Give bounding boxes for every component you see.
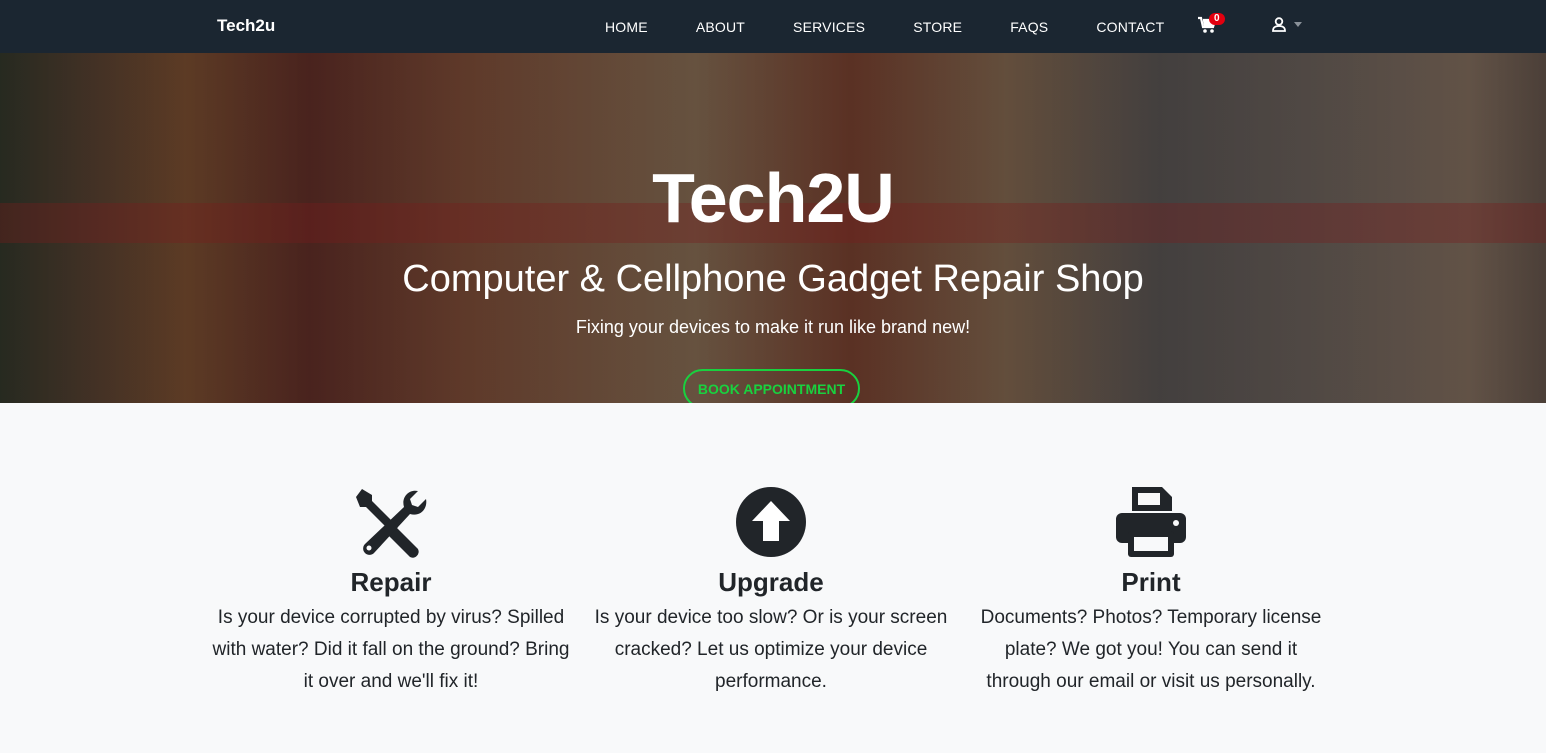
feature-upgrade: Upgrade Is your device too slow? Or is y… (591, 485, 951, 698)
nav-faqs[interactable]: FAQS (1010, 19, 1048, 35)
feature-repair: Repair Is your device corrupted by virus… (211, 485, 571, 698)
hero-subtitle: Computer & Cellphone Gadget Repair Shop (402, 258, 1144, 300)
brand-link[interactable]: Tech2u (217, 16, 275, 36)
feature-text: Documents? Photos? Temporary license pla… (980, 607, 1322, 692)
arrow-up-circle-icon (736, 487, 806, 557)
feature-text: Is your device too slow? Or is your scre… (594, 607, 948, 692)
tools-icon (356, 489, 427, 558)
nav-services[interactable]: SERVICES (793, 19, 865, 35)
nav-store[interactable]: STORE (913, 19, 962, 35)
feature-title: Upgrade (718, 567, 824, 597)
printer-icon (1116, 487, 1186, 557)
feature-print: Print Documents? Photos? Temporary licen… (971, 485, 1331, 698)
feature-title: Repair (350, 567, 432, 597)
book-appointment-button[interactable]: BOOK APPOINTMENT (683, 369, 860, 403)
user-icon[interactable] (1272, 17, 1286, 32)
navbar: Tech2u HOME ABOUT SERVICES STORE FAQS CO… (0, 0, 1546, 53)
nav-contact[interactable]: CONTACT (1096, 19, 1164, 35)
user-dropdown-caret-icon[interactable] (1294, 22, 1302, 27)
feature-text: Is your device corrupted by virus? Spill… (212, 607, 570, 692)
hero-tagline: Fixing your devices to make it run like … (575, 317, 971, 337)
nav-about[interactable]: ABOUT (696, 19, 745, 35)
nav-links: HOME ABOUT SERVICES STORE FAQS CONTACT (581, 0, 1188, 53)
cart-count-badge: 0 (1209, 13, 1225, 25)
hero-title: Tech2U (652, 159, 895, 237)
hero-banner: Tech2U Computer & Cellphone Gadget Repai… (0, 53, 1546, 403)
feature-title: Print (1121, 567, 1181, 597)
nav-home[interactable]: HOME (605, 19, 648, 35)
